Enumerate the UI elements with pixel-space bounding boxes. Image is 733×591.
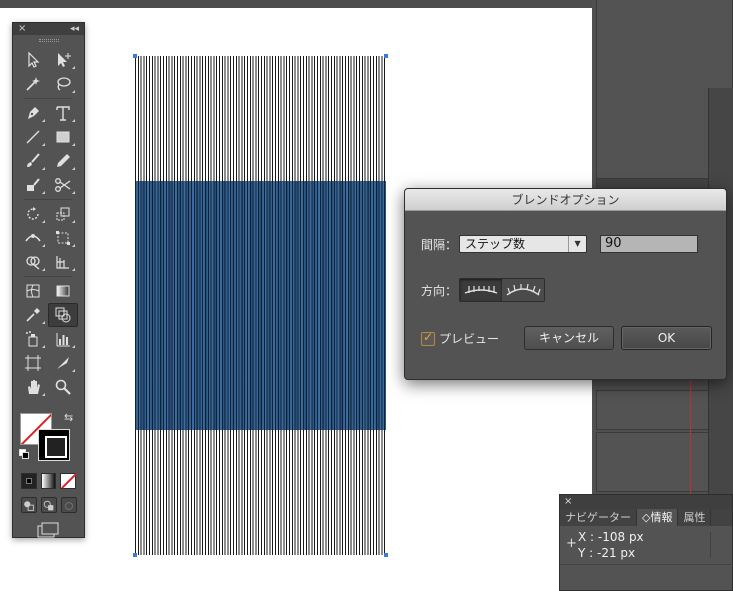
pencil-tool-icon[interactable] (48, 149, 78, 173)
info-panel-tabs: ナビゲーター ◇情報 属性 (560, 509, 732, 526)
blend-options-dialog: ブレンドオプション 間隔： ステップ数 ▼ 90 方向： プレビュー キャンセル… (404, 188, 727, 380)
gradient-tool-icon[interactable] (48, 279, 78, 303)
perspective-grid-tool-icon[interactable] (48, 250, 78, 274)
scale-tool-icon[interactable] (48, 202, 78, 226)
color-mode-row (13, 473, 84, 489)
default-fill-stroke-icon[interactable] (19, 449, 29, 459)
orientation-label: 方向： (421, 283, 458, 298)
align-to-path-icon[interactable] (502, 279, 545, 301)
hand-tool-icon[interactable] (18, 375, 48, 399)
divider (560, 564, 733, 565)
preview-checkbox[interactable] (421, 330, 435, 346)
magic-wand-tool-icon[interactable] (18, 72, 48, 96)
lasso-tool-icon[interactable] (48, 72, 78, 96)
direct-selection-tool-icon[interactable] (48, 48, 78, 72)
anchor-point[interactable] (384, 54, 388, 58)
symbol-sprayer-tool-icon[interactable] (18, 327, 48, 351)
spacing-select[interactable]: ステップ数 ▼ (459, 235, 588, 253)
draw-normal-icon[interactable] (21, 497, 37, 513)
rotate-tool-icon[interactable] (18, 202, 48, 226)
none-mode-icon[interactable] (60, 473, 78, 489)
pen-tool-icon[interactable] (18, 101, 48, 125)
scissors-tool-icon[interactable] (48, 173, 78, 197)
fill-stroke-area: ⇆ (13, 403, 84, 463)
anchor-point[interactable] (384, 553, 388, 557)
stripes-selected-band (135, 181, 386, 430)
zoom-tool-icon[interactable] (48, 375, 78, 399)
info-panel-body: + X : -108 px Y : -21 px (560, 526, 733, 590)
artboard-edge-guide (690, 380, 691, 510)
tab-info[interactable]: ◇情報 (637, 509, 679, 526)
rectangle-tool-icon[interactable] (48, 125, 78, 149)
spacing-label: 間隔： (421, 237, 458, 252)
tools-panel-header: × ◂◂ (13, 23, 84, 35)
stripes-top (135, 56, 386, 181)
type-tool-icon[interactable] (48, 101, 78, 125)
draw-behind-icon[interactable] (41, 497, 57, 513)
blend-tool-icon[interactable] (48, 303, 78, 327)
cancel-button[interactable]: キャンセル (524, 326, 614, 350)
color-mode-icon[interactable] (21, 473, 37, 489)
artboard-tool-icon[interactable] (18, 351, 48, 375)
column-graph-tool-icon[interactable] (48, 327, 78, 351)
swap-fill-stroke-icon[interactable]: ⇆ (64, 411, 73, 424)
chevron-down-icon: ▼ (568, 236, 586, 252)
spacing-row: 間隔： ステップ数 ▼ 90 (421, 235, 699, 253)
paintbrush-tool-icon[interactable] (18, 149, 48, 173)
draw-mode-row (13, 497, 84, 513)
x-readout: X : -108 px (578, 530, 644, 544)
line-segment-tool-icon[interactable] (18, 125, 48, 149)
free-transform-tool-icon[interactable] (48, 226, 78, 250)
divider (710, 532, 711, 558)
crosshair-icon: + (566, 536, 577, 551)
close-icon[interactable]: × (564, 495, 572, 509)
divider (24, 98, 72, 99)
panel-grip[interactable] (38, 39, 59, 42)
stroke-swatch[interactable] (38, 429, 70, 461)
y-readout: Y : -21 px (578, 546, 636, 560)
orientation-toggle (459, 278, 546, 302)
preview-row: プレビュー (421, 330, 499, 347)
slice-tool-icon[interactable] (48, 351, 78, 375)
collapse-icon[interactable]: ◂◂ (70, 23, 79, 35)
stripes-bottom (135, 430, 386, 555)
anchor-point[interactable] (133, 54, 137, 58)
steps-input[interactable]: 90 (600, 235, 699, 253)
orientation-row: 方向： (421, 278, 546, 302)
tab-attributes[interactable]: 属性 (678, 509, 712, 526)
selection-tool-icon[interactable] (18, 48, 48, 72)
tool-grid (13, 48, 84, 399)
dialog-title: ブレンドオプション (405, 189, 726, 211)
tools-panel: × ◂◂ ⇆ (12, 22, 85, 538)
blend-artwork[interactable] (133, 54, 388, 557)
eyedropper-tool-icon[interactable] (18, 303, 48, 327)
blob-brush-tool-icon[interactable] (18, 173, 48, 197)
screen-mode-icon[interactable] (36, 521, 62, 539)
divider (24, 276, 72, 277)
width-tool-icon[interactable] (18, 226, 48, 250)
spacing-select-value: ステップ数 (465, 237, 526, 251)
mesh-tool-icon[interactable] (18, 279, 48, 303)
gradient-mode-icon[interactable] (40, 473, 57, 489)
info-panel-header: × (560, 495, 732, 509)
divider (24, 199, 72, 200)
draw-inside-icon[interactable] (61, 497, 77, 513)
ok-button[interactable]: OK (621, 326, 712, 350)
align-to-page-icon[interactable] (460, 279, 503, 301)
info-panel: × ナビゲーター ◇情報 属性 + X : -108 px Y : -21 px (559, 494, 733, 591)
preview-label[interactable]: プレビュー (439, 330, 499, 347)
shape-builder-tool-icon[interactable] (18, 250, 48, 274)
anchor-point[interactable] (133, 553, 137, 557)
close-icon[interactable]: × (18, 23, 26, 35)
tab-navigator[interactable]: ナビゲーター (560, 509, 637, 526)
